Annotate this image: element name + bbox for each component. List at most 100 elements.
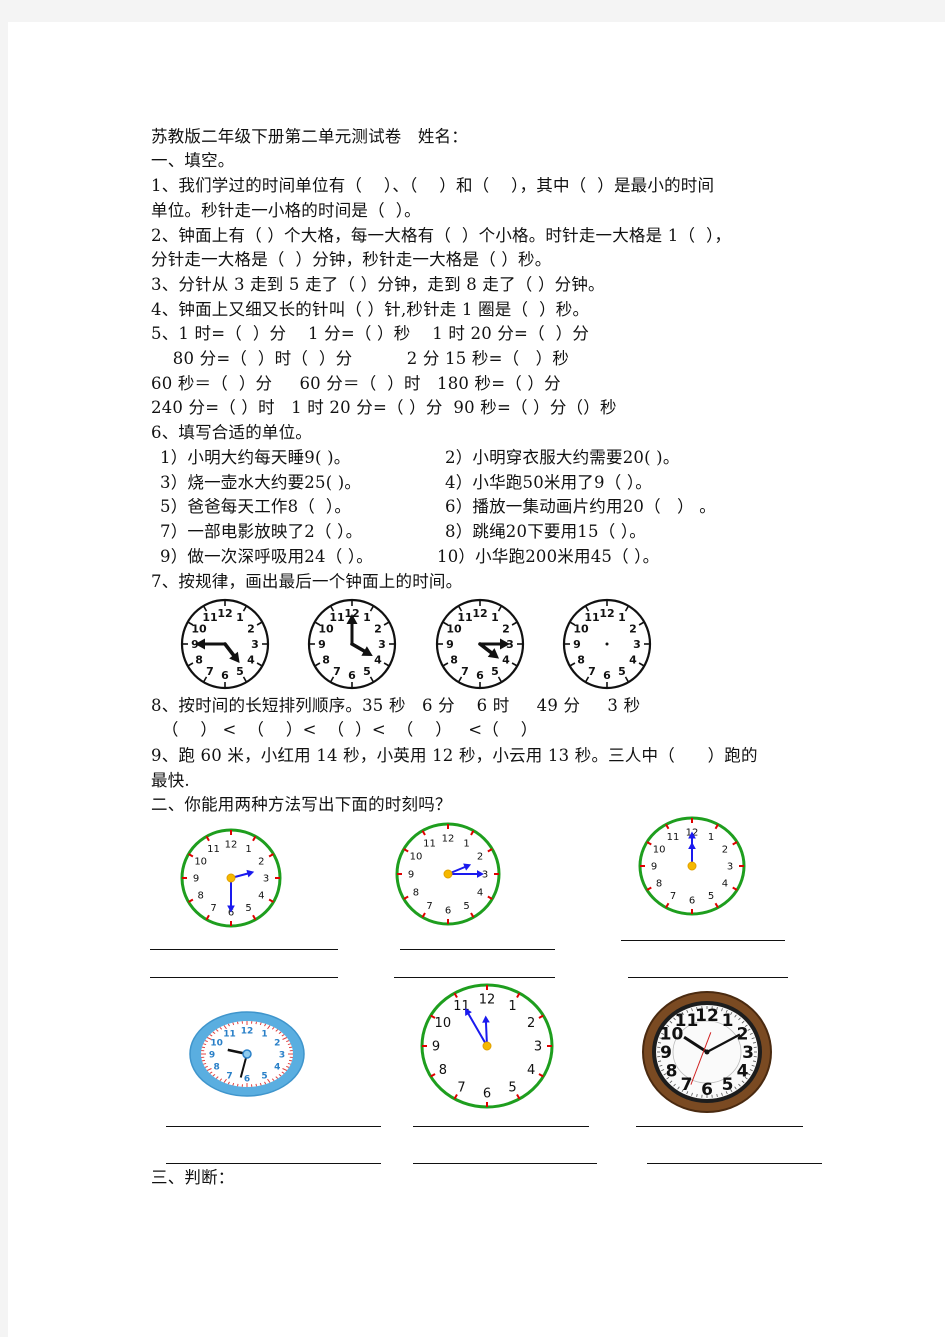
green-clock-1: 12 1234567891011 [180,828,282,928]
clock-numeral: 3 [263,874,269,885]
clock-numeral: 3 [279,1051,285,1061]
clock-numeral: 6 [348,669,356,682]
answer-line[interactable] [150,977,338,978]
clock-numeral: 6 [701,1080,713,1100]
answer-line[interactable] [150,949,338,950]
q5-line2: 80 分=（ ）时（ ）分 2 分 15 秒=（ ）秒 [151,349,570,368]
clock-numeral: 9 [446,638,454,651]
answer-line[interactable] [166,1163,381,1164]
clock-numeral: 2 [527,1016,535,1031]
clock-numeral: 5 [491,665,499,678]
clock-numeral: 7 [588,665,596,678]
clock-numeral: 12 [479,993,496,1008]
clock-numeral: 3 [378,638,386,651]
clock-numeral: 11 [584,611,599,624]
clock-numeral: 12 [241,1027,254,1037]
clock-numeral: 6 [221,669,229,682]
clock-numeral: 5 [618,665,626,678]
clock-numeral: 6 [445,906,451,917]
clock-numeral: 4 [374,654,382,667]
q5-line1: 5、1 时=（ ）分 1 分=（ ）秒 1 时 20 分=（ ）分 [151,324,590,343]
minute-tick [236,1083,239,1087]
answer-line[interactable] [636,1126,803,1127]
answer-line[interactable] [413,1163,597,1164]
answer-line[interactable] [166,1126,381,1127]
clock-numeral: 5 [261,1071,267,1081]
clock-numeral: 8 [195,654,203,667]
clock-numeral: 2 [274,1039,280,1049]
clock-numeral: 6 [483,1087,491,1102]
clock-numeral: 11 [329,611,344,624]
clock-numeral: 5 [722,1075,734,1095]
clock-numeral: 3 [251,638,259,651]
clock-numeral: 8 [666,1062,678,1082]
section2-heading: 二、你能用两种方法写出下面的时刻吗？ [151,795,452,814]
clock-numeral: 2 [258,857,264,868]
clock-numeral: 8 [322,654,330,667]
clock-numeral: 6 [689,896,695,907]
q7-clock-3: 12 1234567891011 [435,598,525,690]
clock-numeral: 12 [695,1006,719,1026]
clock-numeral: 9 [432,1040,440,1055]
q7-clock-blank[interactable]: 12 12 3 45678 9 1011 [562,598,652,690]
clock-numeral: 4 [722,879,728,890]
clock-numeral: 9 [193,874,199,885]
q2-line1: 2、钟面上有（ ）个大格，每一大格有（ ）个小格。时针走一大格是 1（ ）， [151,226,732,245]
answer-line[interactable] [621,940,785,941]
q6-item: 1）小明大约每天睡9( )。 [160,448,351,467]
minute-tick [288,1046,293,1049]
clock-numeral: 11 [457,611,472,624]
clock-numeral: 7 [426,901,432,912]
clock-numeral: 12 [442,834,455,845]
clock-numeral: 9 [573,638,581,651]
center-pin [704,1049,710,1055]
clock-numeral: 1 [708,832,714,843]
center-dot [605,642,609,646]
clock-numeral: 9 [408,870,414,881]
clock-numeral: 7 [226,1071,232,1081]
clock-numeral: 10 [318,623,334,636]
clock-numeral: 9 [660,1043,672,1063]
clock-numeral: 10 [210,1039,223,1049]
clock-numeral: 9 [651,862,657,873]
answer-line[interactable] [394,977,555,978]
answer-line[interactable] [628,977,788,978]
clock-numeral: 10 [435,1016,452,1031]
section3-heading: 三、判断： [151,1168,235,1187]
q6-item: 2）小明穿衣服大约需要20( )。 [445,448,680,467]
answer-line[interactable] [400,949,555,950]
clock-numeral: 6 [476,669,484,682]
q6-item: 3）烧一壶水大约要25( )。 [160,473,362,492]
center-pin [482,1041,492,1051]
clock-numeral: 5 [245,903,251,914]
minute-tick [288,1059,293,1062]
center-pin [687,861,697,871]
q6-item: 10）小华跑200米用45（ ）。 [437,547,660,566]
clock-numeral: 11 [667,832,680,843]
clock-numeral: 8 [450,654,458,667]
q3: 3、分针从 3 走到 5 走了（ ）分钟，走到 8 走了（ ）分钟。 [151,275,605,294]
answer-line[interactable] [413,1126,589,1127]
clock-numeral: 11 [207,844,220,855]
clock-numeral: 3 [633,638,641,651]
clock-numeral: 1 [618,611,626,624]
clock-numeral: 10 [653,845,666,856]
clock-numeral: 2 [722,845,728,856]
clock-numeral: 12 [599,607,614,620]
clock-numeral: 7 [670,891,676,902]
center-pin [242,1049,252,1059]
clock-numeral: 11 [202,611,217,624]
section1-heading: 一、填空。 [151,151,235,170]
clock-numeral: 7 [210,903,216,914]
center-pin [443,869,453,879]
clock-numeral: 12 [217,607,232,620]
clock-numeral: 9 [318,638,326,651]
q1-line1: 1、我们学过的时间单位有（ ）、（ ）和（ ），其中（ ）是最小的时间 [151,176,715,195]
clock-numeral: 2 [477,852,483,863]
clock-numeral: 3 [727,862,733,873]
q6-item: 7）一部电影放映了2（ ）。 [160,522,363,541]
clock-numeral: 4 [737,1062,749,1082]
clock-numeral: 11 [223,1030,236,1040]
minute-tick [201,1059,206,1062]
answer-line[interactable] [647,1163,822,1164]
